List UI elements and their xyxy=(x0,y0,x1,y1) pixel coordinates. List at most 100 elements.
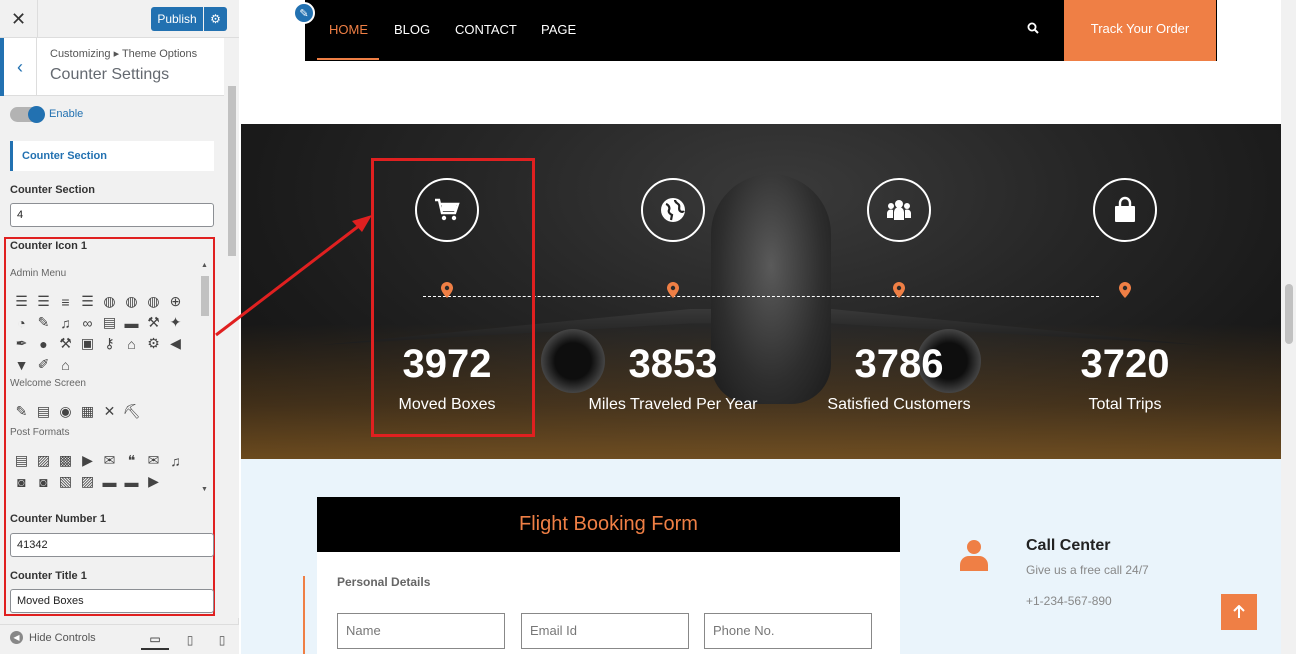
link-icon[interactable]: ∞ xyxy=(78,313,97,332)
highlight-box-counter xyxy=(371,158,535,437)
enable-toggle[interactable] xyxy=(10,106,45,123)
nav-item-contact[interactable]: CONTACT xyxy=(455,22,517,37)
counter-number-input[interactable]: 41342 xyxy=(10,533,214,557)
comments-off-icon[interactable]: ✕ xyxy=(100,402,119,421)
close-icon[interactable]: ✕ xyxy=(0,0,38,38)
users-icon xyxy=(867,178,931,242)
back-chevron-icon[interactable]: ‹ xyxy=(0,38,37,96)
nav-item-home[interactable]: HOME xyxy=(329,22,368,37)
key-icon[interactable]: ⚷ xyxy=(100,334,119,353)
counter-number: 3720 xyxy=(1080,342,1170,386)
plugin-icon[interactable]: ✦ xyxy=(166,313,185,332)
panel-scrollbar[interactable] xyxy=(225,38,239,618)
network-icon[interactable]: ⌂ xyxy=(56,355,75,374)
video-alt-icon[interactable]: ▬ xyxy=(100,472,119,491)
counter-section-label: Counter Section xyxy=(10,184,95,196)
email-input[interactable]: Email Id xyxy=(521,613,689,649)
dashboard-icon[interactable]: ◔ xyxy=(12,313,31,332)
globe-alt2-icon[interactable]: ◍ xyxy=(144,292,163,311)
counter-title-label: Counter Title 1 xyxy=(10,570,87,582)
pin-icon[interactable]: ✎ xyxy=(34,313,53,332)
scroll-to-top-button[interactable] xyxy=(1221,594,1257,630)
customizer-footer: ◀ Hide Controls ▭ ▯ ▯ xyxy=(0,624,239,654)
camera-icon[interactable]: ◙ xyxy=(12,472,31,491)
filter-icon[interactable]: ▼ xyxy=(12,355,31,374)
name-input[interactable]: Name xyxy=(337,613,505,649)
home-icon[interactable]: ⌂ xyxy=(122,334,141,353)
booking-form: Flight Booking Form Personal Details Nam… xyxy=(317,497,900,654)
counter-section-heading: Counter Section xyxy=(10,141,214,171)
icon-group-label: Welcome Screen xyxy=(10,378,86,389)
icon-picker[interactable]: Admin Menu ☰ ☰ ≡ ☰ ◍ ◍ ◍ ⊕ ◔ ✎ ♫ ∞ ▤ ▬ ⚒… xyxy=(8,262,212,496)
preview-scrollbar[interactable] xyxy=(1281,0,1296,654)
widgets-menus-icon[interactable]: ▦ xyxy=(78,402,97,421)
section-header: ‹ Customizing ▸ Theme Options Counter Se… xyxy=(0,38,224,96)
images-icon[interactable]: ▧ xyxy=(56,472,75,491)
brush-icon[interactable]: ✐ xyxy=(34,355,53,374)
hammer-icon[interactable]: ⚒ xyxy=(144,313,163,332)
section-title: Counter Settings xyxy=(50,66,170,83)
location-pin-icon xyxy=(893,282,905,301)
desktop-preview-icon[interactable]: ▭ xyxy=(141,630,169,650)
format-chat-icon[interactable]: ✉ xyxy=(144,451,163,470)
images-alt-icon[interactable]: ▨ xyxy=(78,472,97,491)
publish-settings-gear-icon[interactable]: ⚙ xyxy=(204,7,227,31)
breadcrumb: Customizing ▸ Theme Options xyxy=(50,48,198,60)
appearance-icon[interactable]: ✒ xyxy=(12,334,31,353)
location-pin-icon xyxy=(667,282,679,301)
phone-input[interactable]: Phone No. xyxy=(704,613,872,649)
format-image-icon[interactable]: ▨ xyxy=(34,451,53,470)
format-quote-icon[interactable]: ❝ xyxy=(122,451,141,470)
customizer-header: ✕ Publish ⚙ xyxy=(0,0,239,38)
video-alt3-icon[interactable]: ▶ xyxy=(144,472,163,491)
menu-alt2-icon[interactable]: ≡ xyxy=(56,292,75,311)
nav-item-blog[interactable]: BLOG xyxy=(394,22,430,37)
mobile-preview-icon[interactable]: ▯ xyxy=(208,630,236,650)
tablet-preview-icon[interactable]: ▯ xyxy=(176,630,204,650)
users-icon[interactable]: ● xyxy=(34,334,53,353)
globe-outline-icon[interactable]: ⊕ xyxy=(166,292,185,311)
location-pin-icon xyxy=(1119,282,1131,301)
edit-page-icon[interactable]: ✎ xyxy=(12,402,31,421)
hide-controls-label: Hide Controls xyxy=(29,631,96,644)
search-icon[interactable] xyxy=(1027,22,1039,37)
format-video-icon[interactable]: ▶ xyxy=(78,451,97,470)
nav-active-underline xyxy=(317,58,379,60)
menu-alt-icon[interactable]: ☰ xyxy=(34,292,53,311)
comments-icon[interactable]: ▬ xyxy=(122,313,141,332)
menu-icon[interactable]: ☰ xyxy=(12,292,31,311)
counter-number-label: Counter Number 1 xyxy=(10,513,106,525)
video-alt2-icon[interactable]: ▬ xyxy=(122,472,141,491)
globe-icon[interactable]: ◍ xyxy=(100,292,119,311)
track-order-button[interactable]: Track Your Order xyxy=(1064,0,1216,61)
tools-icon[interactable]: ⚒ xyxy=(56,334,75,353)
globe-alt-icon[interactable]: ◍ xyxy=(122,292,141,311)
form-accent-bar xyxy=(303,576,305,654)
media-icon[interactable]: ♫ xyxy=(56,313,75,332)
customizer-panel: ✕ Publish ⚙ ‹ Customizing ▸ Theme Option… xyxy=(0,0,239,654)
counter-title: Satisfied Customers xyxy=(827,396,971,413)
counter-section-input[interactable]: 4 xyxy=(10,203,214,227)
pages-icon[interactable]: ▤ xyxy=(100,313,119,332)
write-blog-icon[interactable]: ▤ xyxy=(34,402,53,421)
icon-picker-scrollbar[interactable]: ▲ ▼ xyxy=(199,262,211,496)
edit-shortcut-pencil-icon[interactable]: ✎ xyxy=(293,2,315,24)
counter-title-input[interactable]: Moved Boxes xyxy=(10,589,214,613)
globe-icon xyxy=(641,178,705,242)
format-status-icon[interactable]: ✉ xyxy=(100,451,119,470)
format-audio-icon[interactable]: ♫ xyxy=(166,451,185,470)
site-navbar: HOME BLOG CONTACT PAGE Track Your Order xyxy=(305,0,1217,61)
learn-more-icon[interactable]: ⛏ xyxy=(122,402,141,421)
hide-controls-button[interactable]: ◀ Hide Controls xyxy=(10,631,96,644)
view-site-icon[interactable]: ◉ xyxy=(56,402,75,421)
format-aside-icon[interactable]: ▤ xyxy=(12,451,31,470)
publish-button[interactable]: Publish xyxy=(151,7,203,31)
camera-alt-icon[interactable]: ◙ xyxy=(34,472,53,491)
gear-icon[interactable]: ⚙ xyxy=(144,334,163,353)
settings-icon[interactable]: ▣ xyxy=(78,334,97,353)
format-gallery-icon[interactable]: ▩ xyxy=(56,451,75,470)
counter-number: 3853 xyxy=(628,342,718,386)
collapse-icon[interactable]: ◀ xyxy=(166,334,185,353)
nav-item-page[interactable]: PAGE xyxy=(541,22,576,37)
menu-alt3-icon[interactable]: ☰ xyxy=(78,292,97,311)
